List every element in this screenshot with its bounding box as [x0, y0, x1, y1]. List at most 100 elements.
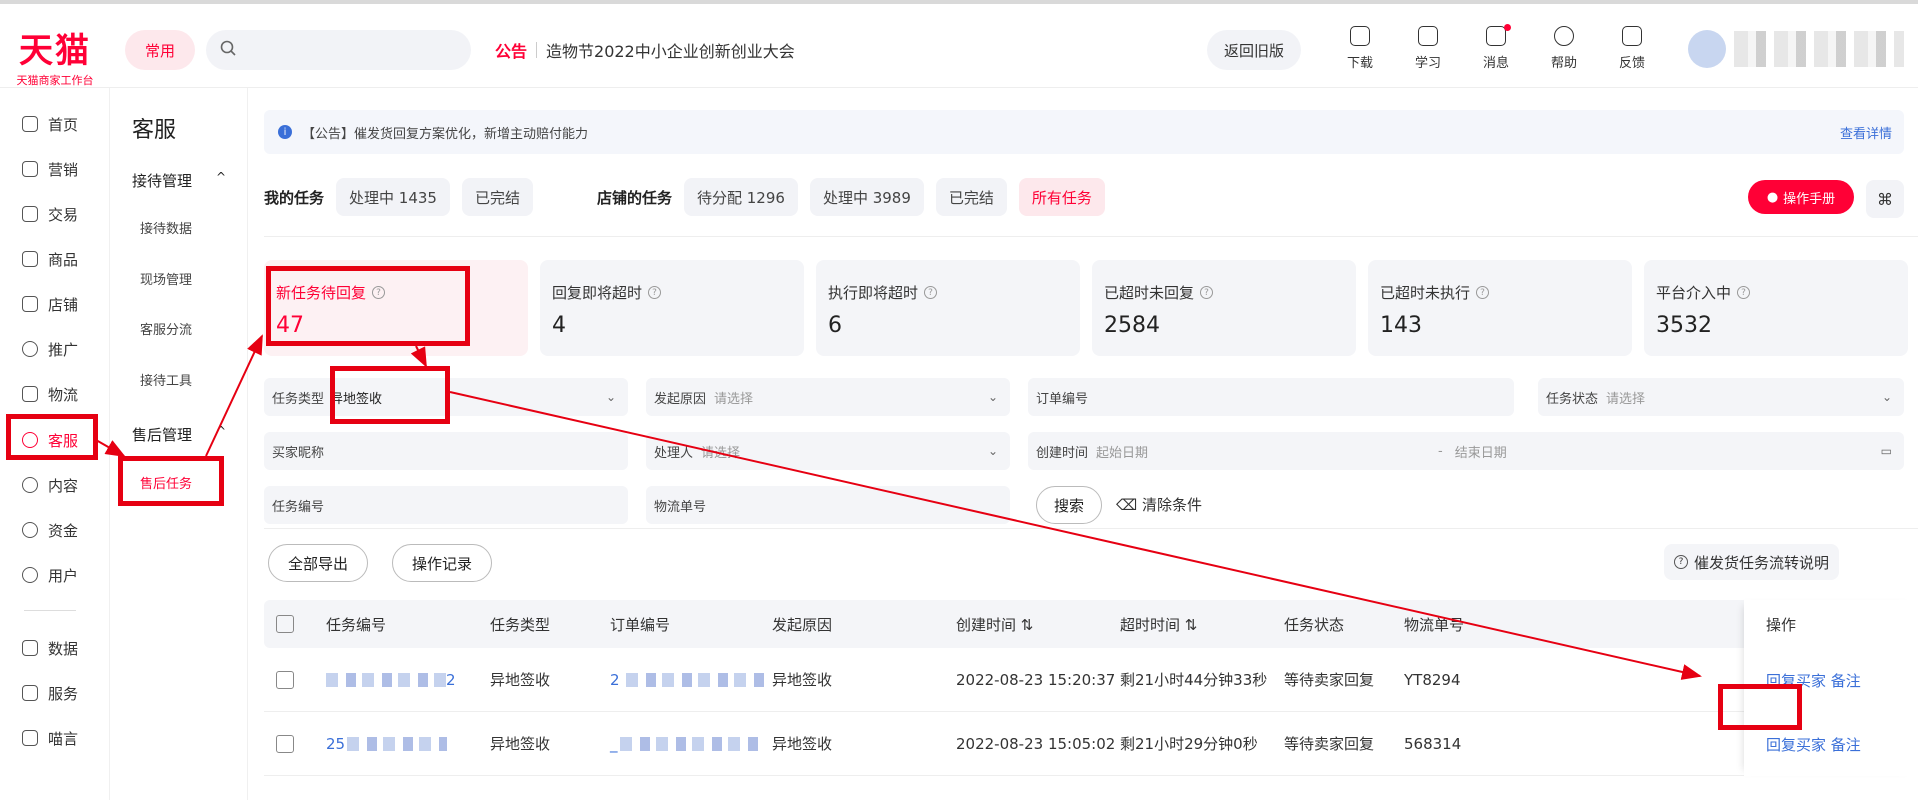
- order-no-link[interactable]: _: [610, 735, 760, 753]
- nav-item-store[interactable]: 店铺: [0, 288, 110, 320]
- nav-item-marketing[interactable]: 营销: [0, 153, 110, 185]
- nav-item-user[interactable]: 用户: [0, 559, 110, 591]
- nav-item-content[interactable]: 内容: [0, 469, 110, 501]
- tab-my-processing[interactable]: 处理中 1435: [336, 178, 450, 216]
- search-button[interactable]: 搜索: [1036, 486, 1102, 524]
- question-icon[interactable]: ?: [1737, 286, 1751, 299]
- tab-shop-processing[interactable]: 处理中 3989: [809, 178, 924, 216]
- reply-buyer-link[interactable]: 回复买家: [1766, 736, 1826, 754]
- divider: [264, 236, 1918, 237]
- row-actions: 回复买家 备注: [1766, 670, 1861, 691]
- operations-column: 操作 回复买家 备注 回复买家 备注: [1744, 600, 1918, 776]
- calendar-icon[interactable]: ▭: [1881, 444, 1892, 458]
- stat-title: 平台介入中: [1656, 284, 1732, 302]
- search-input[interactable]: [244, 42, 444, 58]
- remark-link[interactable]: 备注: [1831, 736, 1861, 754]
- nav-item-forum[interactable]: 喵言: [0, 722, 110, 754]
- tool-feedback[interactable]: 反馈: [1598, 26, 1666, 71]
- question-icon[interactable]: ?: [1200, 286, 1214, 299]
- handler-select[interactable]: 处理人 请选择 ⌄: [646, 432, 1010, 470]
- nav-item-goods[interactable]: 商品: [0, 243, 110, 275]
- tool-learn[interactable]: 学习: [1394, 26, 1462, 71]
- operation-manual-button[interactable]: ● 操作手册: [1748, 180, 1854, 214]
- col-header-sortable[interactable]: 超时时间 ⇅: [1120, 614, 1197, 635]
- nav-item-logistics[interactable]: 物流: [0, 378, 110, 410]
- subnav-group-after-sales[interactable]: 售后管理 ^: [132, 424, 232, 445]
- tab-all-tasks[interactable]: 所有任务: [1018, 178, 1105, 216]
- stat-card-reply-timeout-soon[interactable]: 回复即将超时? 4: [540, 260, 804, 356]
- notice-text[interactable]: 造物节2022中小企业创新创业大会: [546, 38, 795, 62]
- search-box[interactable]: [206, 30, 471, 70]
- common-button[interactable]: 常用: [125, 30, 195, 70]
- nav-item-funds[interactable]: 资金: [0, 514, 110, 546]
- flow-explanation-link[interactable]: ? 催发货任务流转说明: [1664, 544, 1840, 580]
- tab-shop-completed[interactable]: 已完结: [935, 178, 1007, 216]
- row-checkbox[interactable]: [276, 734, 294, 753]
- question-icon[interactable]: ?: [924, 286, 938, 299]
- export-all-button[interactable]: 全部导出: [268, 544, 368, 582]
- tool-download[interactable]: 下载: [1326, 26, 1394, 71]
- tmall-logo[interactable]: 天猫 天猫商家工作台: [10, 34, 100, 88]
- operation-log-button[interactable]: 操作记录: [392, 544, 492, 582]
- remark-link[interactable]: 备注: [1831, 672, 1861, 690]
- end-date-input[interactable]: 结束日期: [1455, 442, 1507, 461]
- tool-label: 下载: [1346, 56, 1373, 71]
- task-status-select[interactable]: 任务状态 请选择 ⌄: [1538, 378, 1904, 416]
- start-date-input[interactable]: 起始日期: [1096, 442, 1148, 461]
- service-icon: [22, 432, 38, 448]
- question-icon[interactable]: ?: [648, 286, 662, 299]
- subnav-item-reception-tools[interactable]: 接待工具: [140, 370, 192, 389]
- nav-item-data[interactable]: 数据: [0, 632, 110, 664]
- tab-shop-pending[interactable]: 待分配 1296: [684, 178, 798, 216]
- buyer-nickname-input[interactable]: 买家昵称: [264, 432, 628, 470]
- reason-select[interactable]: 发起原因 请选择 ⌄: [646, 378, 1010, 416]
- order-no-text: 2: [610, 670, 620, 689]
- logistics-no-input[interactable]: 物流单号: [646, 486, 1010, 524]
- nav-item-trade[interactable]: 交易: [0, 198, 110, 230]
- nav-item-promotion[interactable]: 推广: [0, 333, 110, 365]
- tool-message[interactable]: 消息: [1462, 24, 1530, 71]
- subnav-item-reception-data[interactable]: 接待数据: [140, 218, 192, 237]
- subnav-item-after-sales-tasks[interactable]: 售后任务: [140, 473, 192, 492]
- task-no-input[interactable]: 任务编号: [264, 486, 628, 524]
- timeout-cell: 剩21小时44分钟33秒: [1120, 671, 1268, 689]
- created-date-range[interactable]: 创建时间 起始日期 - 结束日期 ▭: [1028, 432, 1904, 470]
- stat-card-overdue-no-exec[interactable]: 已超时未执行? 143: [1368, 260, 1632, 356]
- nav-item-services[interactable]: 服务: [0, 677, 110, 709]
- filter-label: 任务状态: [1546, 391, 1599, 407]
- task-no-link[interactable]: 2: [326, 671, 456, 689]
- avatar[interactable]: [1688, 30, 1726, 68]
- tool-help[interactable]: 帮助: [1530, 26, 1598, 71]
- return-old-version-button[interactable]: 返回旧版: [1207, 30, 1301, 70]
- stat-card-platform-intervention[interactable]: 平台介入中? 3532: [1644, 260, 1908, 356]
- order-no-link[interactable]: 2: [610, 671, 766, 689]
- view-details-link[interactable]: 查看详情: [1840, 123, 1892, 142]
- filter-value: 异地签收: [330, 391, 383, 407]
- select-all-checkbox[interactable]: [276, 615, 294, 633]
- task-type-select[interactable]: 任务类型 异地签收 ⌄: [264, 378, 628, 416]
- top-notice[interactable]: 公告 造物节2022中小企业创新创业大会: [495, 38, 795, 62]
- tab-my-completed[interactable]: 已完结: [461, 178, 533, 216]
- reply-buyer-link[interactable]: 回复买家: [1766, 672, 1826, 690]
- col-header-sortable[interactable]: 创建时间 ⇅: [956, 614, 1033, 635]
- nav-item-home[interactable]: 首页: [0, 108, 110, 140]
- user-menu[interactable]: ⌄: [1688, 30, 1918, 68]
- col-header: 操作: [1766, 616, 1797, 634]
- task-no-link[interactable]: 25: [326, 735, 448, 753]
- row-checkbox[interactable]: [276, 670, 294, 689]
- stat-card-new-pending[interactable]: 新任务待回复? 47: [264, 260, 528, 356]
- subnav-item-site-management[interactable]: 现场管理: [140, 269, 192, 288]
- tool-label: 消息: [1482, 56, 1509, 71]
- order-no-input[interactable]: 订单编号: [1028, 378, 1514, 416]
- nav-item-customer-service[interactable]: 客服: [0, 424, 110, 456]
- subnav-item-service-diversion[interactable]: 客服分流: [140, 319, 192, 338]
- question-icon[interactable]: ?: [1476, 286, 1490, 299]
- status-cell: 等待卖家回复: [1284, 671, 1375, 689]
- chevron-down-icon: ⌄: [987, 444, 998, 458]
- grid-icon[interactable]: ⌘: [1866, 180, 1904, 218]
- clear-filters-button[interactable]: ⌫ 清除条件: [1116, 494, 1202, 515]
- subnav-group-reception[interactable]: 接待管理 ^: [132, 170, 232, 191]
- stat-card-exec-timeout-soon[interactable]: 执行即将超时? 6: [816, 260, 1080, 356]
- stat-card-overdue-no-reply[interactable]: 已超时未回复? 2584: [1092, 260, 1356, 356]
- question-icon[interactable]: ?: [372, 286, 386, 299]
